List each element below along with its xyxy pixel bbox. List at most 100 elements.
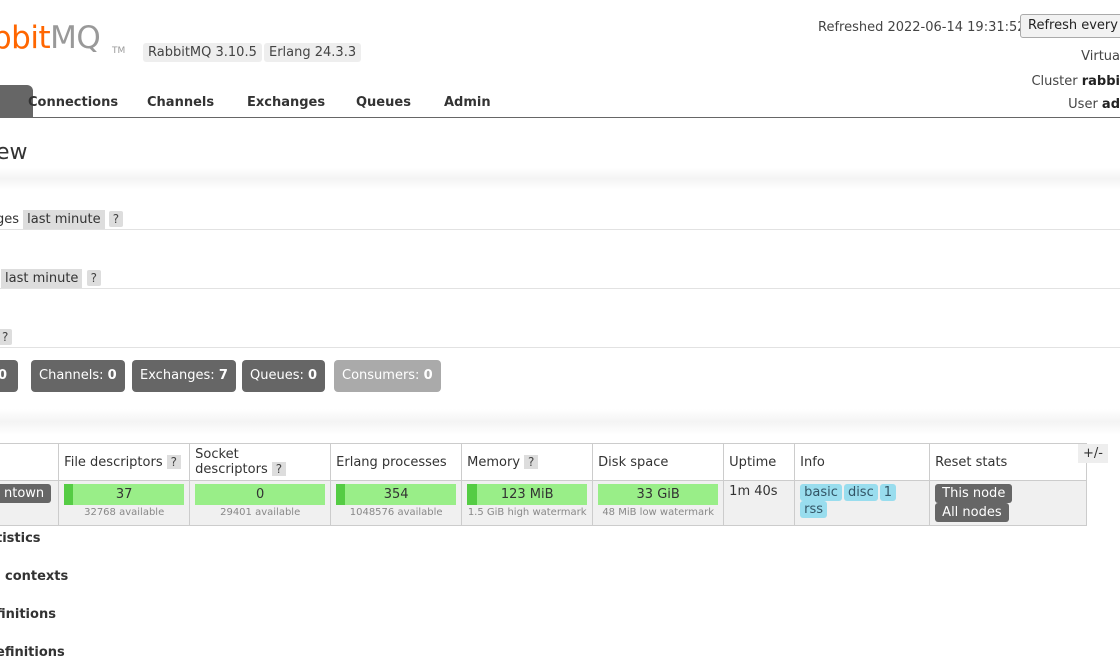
section-ports-and-contexts[interactable]: contexts: [5, 569, 68, 584]
col-label: Socket descriptors: [195, 447, 268, 477]
consumers-label: Consumers:: [342, 368, 424, 383]
help-icon[interactable]: ?: [524, 454, 539, 469]
disk-bar: 33 GiB: [598, 484, 719, 505]
fd-bar: 37: [64, 484, 185, 505]
chart-queued-messages-header: ges last minute ?: [0, 210, 124, 229]
col-info: Info: [794, 443, 931, 481]
fd-value: 37: [115, 487, 133, 502]
nodes-section-band: [0, 409, 1120, 435]
col-reset-stats: Reset stats: [929, 443, 1088, 481]
reset-this-node-button[interactable]: This node: [935, 484, 1013, 503]
col-memory: Memory?: [461, 443, 594, 481]
table-header-row: File descriptors? Socket descriptors? Er…: [0, 443, 1088, 481]
cluster-info: Cluster rabbi: [1031, 74, 1120, 89]
help-icon[interactable]: ?: [0, 329, 13, 345]
erlang-version: Erlang 24.3.3: [264, 43, 362, 62]
reset-cell: This nodeAll nodes: [929, 480, 1088, 526]
mem-value: 123 MiB: [500, 487, 554, 502]
col-label: Reset stats: [935, 454, 1008, 470]
col-disk-space: Disk space: [592, 443, 725, 481]
section-export-definitions[interactable]: finitions: [0, 607, 56, 622]
col-label: Memory: [467, 454, 521, 470]
cluster-label: Cluster: [1031, 74, 1082, 89]
help-icon[interactable]: ?: [86, 270, 101, 286]
logo-text-main: bbit: [0, 20, 51, 56]
virtual-host-selector[interactable]: Virtua: [1081, 49, 1120, 64]
queues-count[interactable]: Queues: 0: [242, 360, 326, 392]
ep-cell: 354 1048576 available: [330, 480, 463, 526]
col-label: File descriptors: [64, 454, 163, 470]
help-icon[interactable]: ?: [108, 211, 124, 227]
rabbitmq-version: RabbitMQ 3.10.5: [143, 43, 262, 62]
refreshed-timestamp: Refreshed 2022-06-14 19:31:52: [818, 20, 1026, 35]
consumers-count[interactable]: Consumers: 0: [334, 360, 441, 392]
tab-connections[interactable]: Connections: [28, 95, 118, 110]
reset-all-nodes-button[interactable]: All nodes: [935, 503, 1009, 522]
tab-exchanges[interactable]: Exchanges: [247, 95, 325, 110]
chart-title: ges: [0, 212, 20, 227]
tab-admin[interactable]: Admin: [444, 95, 491, 110]
tab-queues[interactable]: Queues: [356, 95, 411, 110]
col-label: Uptime: [729, 454, 777, 470]
col-socket-descriptors: Socket descriptors?: [189, 443, 332, 481]
help-icon[interactable]: ?: [166, 454, 181, 469]
section-churn-statistics[interactable]: tistics: [0, 531, 41, 546]
global-counts-header: ?: [0, 329, 13, 345]
logo-trademark: TM: [112, 46, 126, 56]
channels-count[interactable]: Channels: 0: [31, 360, 125, 392]
divider: [0, 229, 1120, 230]
help-icon[interactable]: ?: [271, 462, 287, 476]
fd-available: 32768 available: [84, 507, 165, 518]
bar-fill: [467, 484, 477, 505]
channels-label: Channels:: [39, 368, 108, 383]
table-row: ntown 37 32768 available 0 29401 availab…: [0, 480, 1088, 526]
ep-available: 1048576 available: [349, 507, 443, 518]
col-label: Disk space: [598, 454, 669, 470]
rabbitmq-logo[interactable]: bbitMQ: [0, 20, 101, 56]
sd-value: 0: [256, 487, 265, 502]
divider: [0, 288, 1120, 289]
exchanges-value: 7: [218, 368, 228, 383]
info-tag-disc: disc: [843, 484, 878, 501]
channels-value: 0: [107, 368, 117, 383]
disk-cell: 33 GiB 48 MiB low watermark: [592, 480, 725, 526]
mem-bar: 123 MiB: [467, 484, 588, 505]
logo-text-rest: MQ: [50, 20, 101, 56]
tab-channels[interactable]: Channels: [147, 95, 214, 110]
section-import-definitions[interactable]: efinitions: [0, 645, 65, 660]
exchanges-count[interactable]: Exchanges: 7: [132, 360, 236, 392]
refresh-interval-select[interactable]: Refresh every 5: [1020, 14, 1120, 38]
col-file-descriptors: File descriptors?: [58, 443, 191, 481]
connections-count[interactable]: 0: [0, 360, 18, 392]
section-header-band: [0, 168, 1120, 190]
disk-watermark: 48 MiB low watermark: [602, 507, 715, 518]
range-select[interactable]: last minute: [23, 210, 105, 229]
col-label: Erlang processes: [336, 454, 447, 470]
queues-label: Queues:: [250, 368, 308, 383]
exchanges-label: Exchanges:: [140, 368, 219, 383]
connections-value: 0: [0, 368, 8, 383]
sd-cell: 0 29401 available: [189, 480, 332, 526]
divider: [0, 347, 1120, 348]
cluster-name: rabbi: [1081, 74, 1120, 89]
sd-available: 29401 available: [220, 507, 301, 518]
disk-value: 33 GiB: [636, 487, 680, 502]
col-label: Info: [800, 454, 825, 470]
info-tag-rss: rss: [800, 501, 828, 518]
consumers-value: 0: [423, 368, 433, 383]
virtual-host-label: Virtua: [1081, 49, 1120, 64]
mem-cell: 123 MiB 1.5 GiB high watermark: [461, 480, 594, 526]
chart-message-rates-header: last minute ?: [1, 269, 101, 288]
page-title: ew: [0, 140, 28, 165]
sd-bar: 0: [195, 484, 326, 505]
range-select[interactable]: last minute: [1, 269, 83, 288]
fd-cell: 37 32768 available: [58, 480, 191, 526]
col-uptime: Uptime: [723, 443, 796, 481]
column-toggle-button[interactable]: +/-: [1078, 444, 1108, 463]
bar-fill: [64, 484, 73, 505]
ep-bar: 354: [336, 484, 457, 505]
ep-value: 354: [383, 487, 409, 502]
node-name-link[interactable]: ntown: [0, 484, 52, 503]
user-name[interactable]: ad: [1102, 97, 1120, 112]
nav-divider: [0, 117, 1120, 118]
